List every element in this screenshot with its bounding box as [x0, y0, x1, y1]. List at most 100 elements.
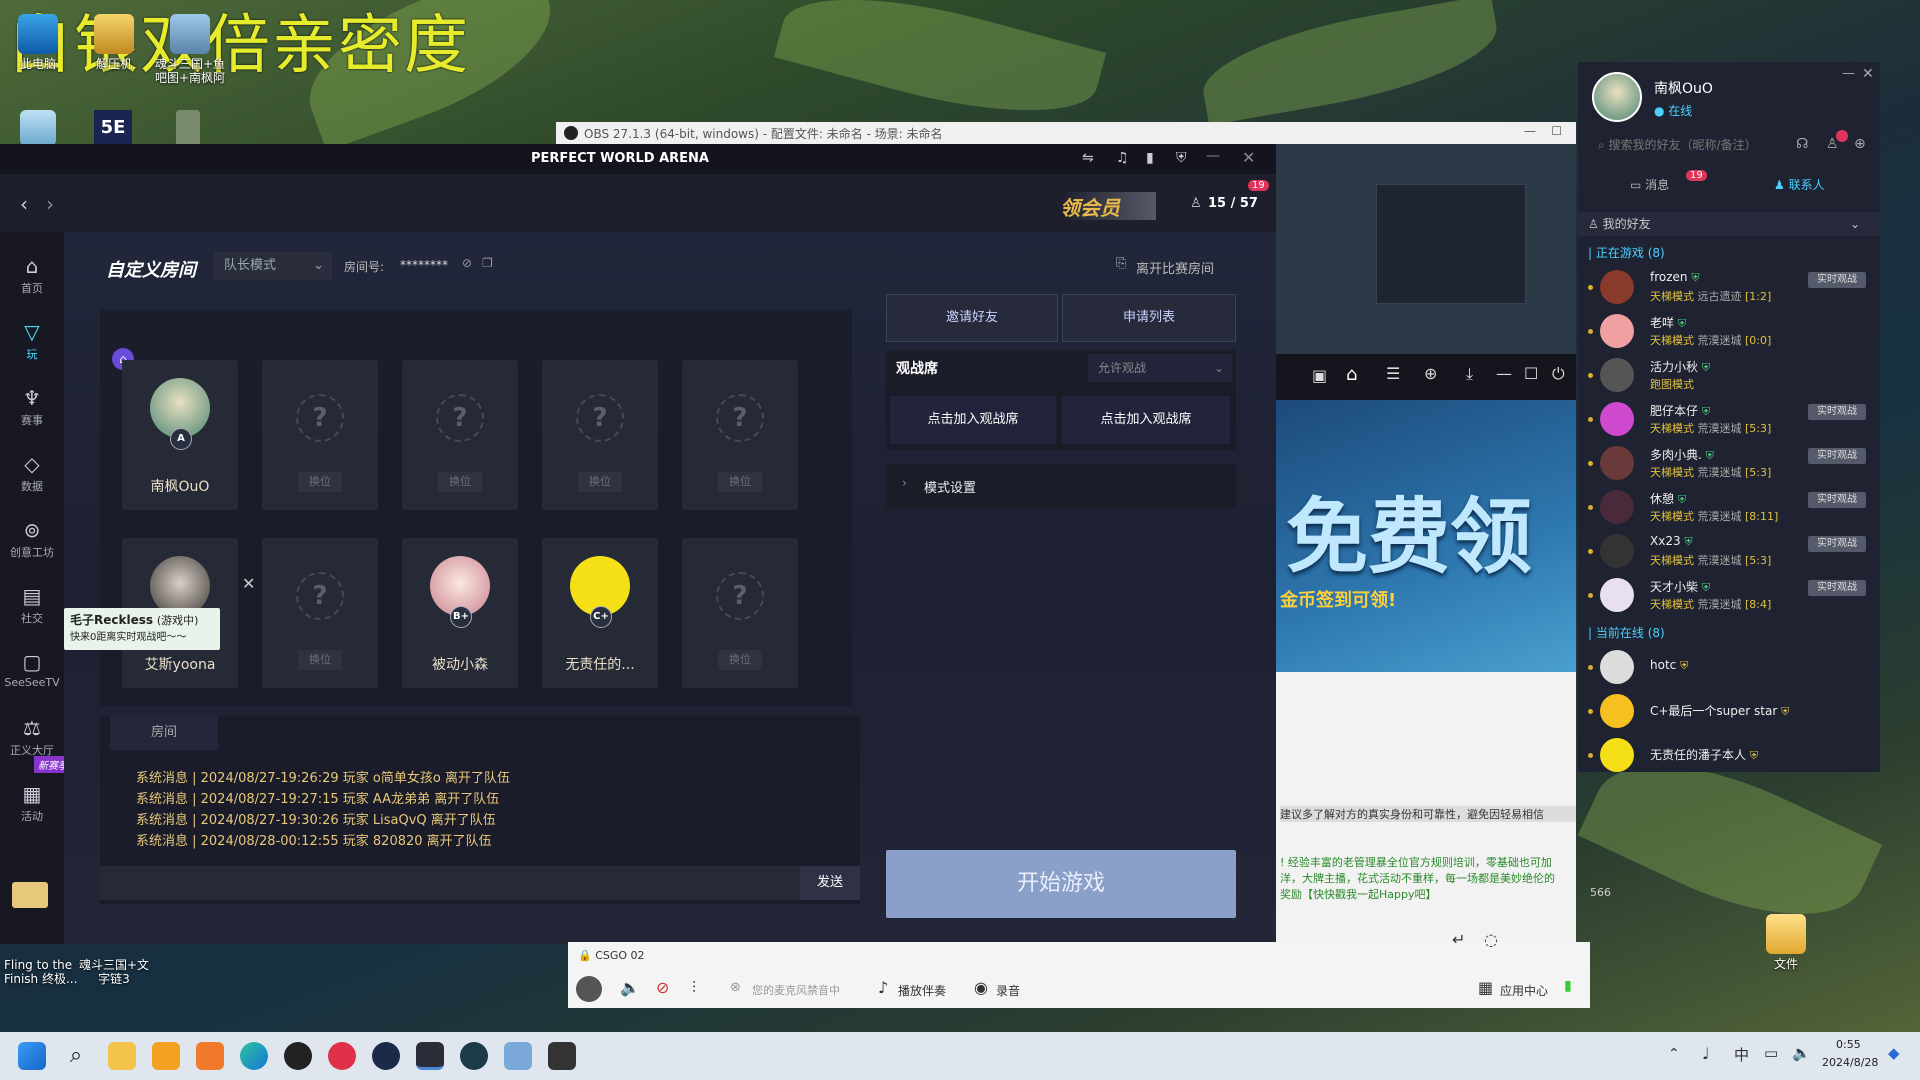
power-icon[interactable]: ⏻ — [1552, 364, 1565, 384]
signal-icon[interactable]: ▮ — [1146, 150, 1154, 166]
user-avatar[interactable] — [1592, 72, 1642, 122]
watch-live-button[interactable]: 实时观战 — [1808, 536, 1866, 552]
friend-row[interactable]: Xx23 ⛨ 天梯模式 荒漠迷城 [5:3] 实时观战 — [1578, 528, 1880, 572]
eye-hidden-icon[interactable]: ⊘ — [462, 256, 472, 270]
chat-tab-room[interactable]: 房间 — [110, 716, 218, 750]
desktop-icon-folder[interactable]: 魂斗三国+鱼吧图+南枫阿 — [152, 14, 228, 85]
swap-button[interactable]: 换位 — [298, 472, 342, 492]
back-arrow-icon[interactable]: ‹ — [20, 192, 28, 216]
friend-search-input[interactable]: ⌕ 搜索我的好友（昵称/备注） — [1598, 136, 1798, 156]
join-spectate-button[interactable]: 点击加入观战席 — [890, 396, 1056, 444]
online-count[interactable]: 15 / 57 — [1208, 196, 1258, 211]
obs-icon[interactable] — [284, 1042, 312, 1070]
swap-button[interactable]: 换位 — [438, 472, 482, 492]
app-icon[interactable] — [196, 1042, 224, 1070]
swap-button[interactable]: 换位 — [578, 472, 622, 492]
join-spectate-button[interactable]: 点击加入观战席 — [1062, 396, 1230, 444]
mode-settings-row[interactable]: › 模式设置 — [886, 464, 1236, 508]
bell-icon[interactable]: ♫ — [1116, 150, 1129, 166]
friend-row[interactable]: frozen ⛨ 天梯模式 远古遗迹 [1:2] 实时观战 — [1578, 264, 1880, 308]
online-status[interactable]: ● 在线 — [1654, 102, 1692, 119]
list-icon[interactable]: ☰ — [1386, 364, 1400, 383]
swap-button[interactable]: 换位 — [718, 472, 762, 492]
nav-play[interactable]: ▽ 玩 — [0, 320, 64, 362]
recycle-bin-icon[interactable] — [20, 110, 56, 146]
chevron-up-icon[interactable]: ⌃ — [1668, 1046, 1680, 1062]
obs-window-titlebar[interactable]: OBS 27.1.3 (64-bit, windows) - 配置文件: 未命名… — [556, 122, 1576, 144]
app-icon[interactable] — [548, 1042, 576, 1070]
team-slot-empty[interactable]: ? 换位 — [402, 360, 518, 510]
swap-button[interactable]: 换位 — [718, 650, 762, 670]
team-slot-empty[interactable]: ? 换位 — [542, 360, 658, 510]
minimize-icon[interactable]: — — [1524, 124, 1536, 138]
mode-select[interactable]: 队长模式 ⌄ — [214, 252, 332, 280]
speaker-icon[interactable]: 🔈 — [620, 978, 640, 997]
team-slot-empty[interactable]: ? 换位 — [682, 360, 798, 510]
close-icon[interactable]: ✕ — [1242, 148, 1255, 167]
allow-spectate-select[interactable]: 允许观战 ⌄ — [1088, 354, 1232, 382]
windows-start-icon[interactable] — [18, 1042, 46, 1070]
channel-tab[interactable]: 🔒 CSGO 02 — [578, 946, 828, 966]
record-button[interactable]: 录音 — [996, 982, 1020, 999]
tab-messages[interactable]: ▭ 消息 — [1630, 176, 1669, 193]
friend-row[interactable]: 多肉小典. ⛨ 天梯模式 荒漠迷城 [5:3] 实时观战 — [1578, 440, 1880, 484]
5e-app-icon[interactable]: 5E — [94, 110, 132, 146]
friend-row[interactable]: 活力小秋 ⛨ 跑图模式 — [1578, 352, 1880, 396]
watch-live-button[interactable]: 实时观战 — [1808, 448, 1866, 464]
send-button[interactable]: 发送 — [800, 866, 860, 900]
clock-time[interactable]: 0:55 — [1836, 1038, 1861, 1051]
invite-friends-button[interactable]: 邀请好友 — [886, 294, 1058, 342]
minimize-icon[interactable]: — — [1842, 66, 1855, 81]
watch-live-button[interactable]: 实时观战 — [1808, 580, 1866, 596]
team-slot-empty[interactable]: ? 换位 — [682, 538, 798, 688]
friend-row[interactable]: 无责任的潘子本人 ⛨ — [1578, 732, 1880, 772]
volume-icon[interactable]: 🔈 — [1792, 1044, 1811, 1062]
tab-contacts[interactable]: ♟ 联系人 — [1774, 176, 1825, 193]
clock-date[interactable]: 2024/8/28 — [1822, 1056, 1878, 1069]
minimize-icon[interactable]: — — [1206, 148, 1220, 164]
kick-close-icon[interactable]: ✕ — [242, 574, 255, 593]
netease-music-icon[interactable] — [328, 1042, 356, 1070]
maximize-icon[interactable]: ☐ — [1524, 364, 1538, 383]
leave-room-button[interactable]: 离开比赛房间 — [1136, 258, 1214, 277]
desktop-icon-file[interactable]: 文件 — [1748, 914, 1824, 971]
swap-button[interactable]: 换位 — [298, 650, 342, 670]
search-icon[interactable]: ⌕ — [62, 1042, 90, 1070]
apply-list-button[interactable]: 申请列表 — [1062, 294, 1236, 342]
shield-icon[interactable]: ⛨ — [1176, 150, 1187, 166]
reply-icon[interactable]: ↵ — [1452, 930, 1465, 949]
team-slot-filled[interactable]: C+ 无责任的... — [542, 538, 658, 688]
notification-bell-icon[interactable]: ◆ — [1888, 1044, 1900, 1062]
chat-bubble-icon[interactable]: ◌ — [1484, 930, 1498, 949]
friend-row[interactable]: hotc ⛨ — [1578, 644, 1880, 688]
self-avatar[interactable] — [576, 976, 602, 1002]
team-slot-empty[interactable]: ? 换位 — [262, 360, 378, 510]
zoom-search-icon[interactable]: ⊕ — [1854, 136, 1866, 152]
friend-row[interactable]: 老咩 ⛨ 天梯模式 荒漠迷城 [0:0] — [1578, 308, 1880, 352]
download-icon[interactable]: ⤓ — [1466, 364, 1473, 384]
friend-row[interactable]: C+最后一个super star ⛨ — [1578, 688, 1880, 732]
friend-row[interactable]: 天才小柴 ⛨ 天梯模式 荒漠迷城 [8:4] 实时观战 — [1578, 572, 1880, 616]
mic-muted-icon[interactable]: ⊘ — [656, 978, 669, 997]
nav-seeseetv[interactable]: ▢ SeeSeeTV — [0, 650, 64, 689]
friend-row[interactable]: 肥仔本仔 ⛨ 天梯模式 荒漠迷城 [5:3] 实时观战 — [1578, 396, 1880, 440]
edge-browser-icon[interactable] — [240, 1042, 268, 1070]
steam-icon[interactable] — [372, 1042, 400, 1070]
desktop-icon-unzip[interactable]: 解压机 — [76, 14, 152, 71]
watch-live-button[interactable]: 实时观战 — [1808, 272, 1866, 288]
close-icon[interactable]: ✕ — [1862, 66, 1874, 82]
group-icon[interactable]: ☊ — [1796, 136, 1808, 152]
watch-live-button[interactable]: 实时观战 — [1808, 492, 1866, 508]
desktop-icon-text-link[interactable]: 魂斗三国+文字链3 — [76, 958, 152, 986]
promo-banner[interactable]: 免费领 金币签到可领! — [1276, 400, 1576, 672]
app-center-button[interactable]: 应用中心 — [1500, 982, 1548, 999]
minimize-icon[interactable]: — — [1496, 364, 1512, 383]
nav-social[interactable]: ▤ 社交 — [0, 584, 64, 626]
home-icon[interactable]: ⌂ — [1346, 364, 1357, 385]
client-titlebar[interactable]: PERFECT WORLD ARENA ⇋ ♫ ▮ ⛨ — ✕ — [0, 144, 1276, 174]
nav-activity[interactable]: ▦ 活动 — [0, 782, 64, 824]
forward-arrow-icon[interactable]: › — [46, 192, 54, 216]
photos-icon[interactable] — [504, 1042, 532, 1070]
nav-events[interactable]: ♆ 赛事 — [0, 386, 64, 428]
start-game-button[interactable]: 开始游戏 — [886, 850, 1236, 918]
